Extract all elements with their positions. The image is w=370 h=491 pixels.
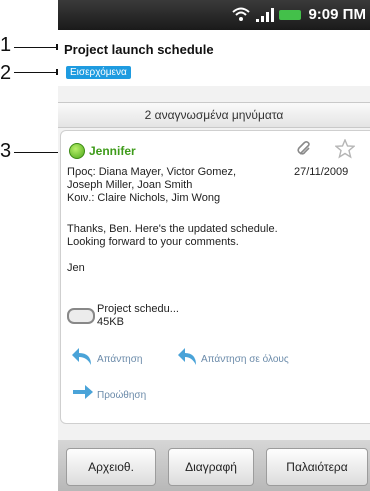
sender-name[interactable]: Jennifer (89, 144, 136, 158)
phone-screen: 9:09 ΠΜ Project launch schedule Εισερχόμ… (58, 0, 370, 491)
to-recipients: Προς: Diana Mayer, Victor Gomez, (67, 166, 237, 178)
forward-button[interactable]: Προώθηση (97, 390, 146, 401)
callout-1-line (14, 47, 58, 48)
reply-icon[interactable] (71, 345, 95, 367)
forward-icon[interactable] (71, 381, 95, 403)
status-dot-icon (69, 143, 85, 159)
older-button[interactable]: Παλαιότερα (266, 448, 368, 486)
status-bar: 9:09 ΠΜ (58, 0, 370, 30)
recipients: Προς: Diana Mayer, Victor Gomez, 27/11/2… (67, 166, 367, 205)
message-body: Thanks, Ben. Here's the updated schedule… (67, 223, 278, 274)
wifi-icon (232, 7, 250, 21)
attachment-name[interactable]: Project schedu... (97, 303, 179, 315)
delete-button[interactable]: Διαγραφή (168, 448, 254, 486)
signal-icon (256, 8, 274, 22)
star-icon[interactable] (335, 139, 355, 159)
message-date: 27/11/2009 (294, 166, 349, 178)
message-card: Jennifer Προς: Diana Mayer, Victor Gomez… (60, 130, 370, 424)
battery-icon (279, 10, 301, 20)
message-header: Project launch schedule Εισερχόμενα (58, 30, 370, 86)
callout-3: 3 (0, 140, 12, 162)
attachment-size: 45KB (97, 316, 124, 328)
callout-2: 2 (0, 62, 12, 84)
callout-1: 1 (0, 34, 12, 56)
status-time: 9:09 ΠΜ (308, 6, 366, 23)
reply-button[interactable]: Απάντηση (97, 354, 142, 365)
attachment-icon[interactable] (67, 308, 95, 324)
bottom-action-bar: Αρχειοθ. Διαγραφή Παλαιότερα (58, 440, 370, 491)
archive-button[interactable]: Αρχειοθ. (66, 448, 156, 486)
message-subject: Project launch schedule (64, 42, 214, 57)
paperclip-icon (297, 141, 310, 155)
callout-3-line (14, 152, 64, 153)
cc-line: Κοιν.: Claire Nichols, Jim Wong (67, 192, 221, 204)
read-messages-bar[interactable]: 2 αναγνωσμένα μηνύματα (58, 102, 370, 128)
reply-all-button[interactable]: Απάντηση σε όλους (201, 354, 289, 365)
reply-all-icon[interactable] (175, 345, 199, 367)
callout-2-line (14, 72, 58, 73)
to-line: Προς: Diana Mayer, Victor Gomez, 27/11/2… (67, 166, 367, 179)
to-line-cont: Joseph Miller, Joan Smith (67, 179, 193, 191)
folder-label-badge[interactable]: Εισερχόμενα (66, 66, 131, 79)
